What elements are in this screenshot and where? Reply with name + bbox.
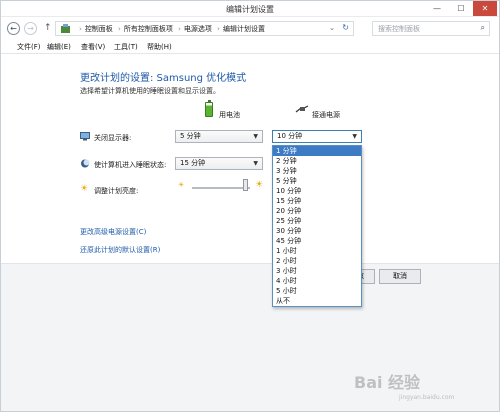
plugged-column-header: 接通电源 bbox=[312, 111, 340, 119]
select-value: 10 分钟 bbox=[277, 132, 303, 140]
moon-icon bbox=[81, 159, 90, 168]
dropdown-option[interactable]: 10 分钟 bbox=[273, 186, 361, 196]
dim-sun-icon: ☀ bbox=[178, 181, 185, 189]
sleep-label: 使计算机进入睡眠状态: bbox=[94, 161, 167, 169]
address-bar[interactable]: › 控制面板 › 所有控制面板项 › 电源选项 › 编辑计划设置 ⌄ ↻ bbox=[55, 21, 354, 36]
dropdown-option[interactable]: 从不 bbox=[273, 296, 361, 306]
footer-panel bbox=[1, 263, 499, 411]
sleep-battery-select[interactable]: 15 分钟 ▼ bbox=[175, 157, 263, 170]
dropdown-option[interactable]: 25 分钟 bbox=[273, 216, 361, 226]
watermark: Bai 经验 bbox=[354, 373, 421, 392]
search-input[interactable]: 搜索控制面板 ⌕ bbox=[372, 21, 490, 36]
close-button[interactable]: ✕ bbox=[473, 1, 497, 16]
control-panel-window: 编辑计划设置 — ☐ ✕ ← → ↑ › 控制面板 › 所有控制面板项 › 电源选项 … bbox=[0, 0, 500, 412]
breadcrumb-item[interactable]: 所有控制面板项 bbox=[124, 25, 173, 33]
chevron-down-icon: ▼ bbox=[352, 133, 357, 140]
dropdown-option[interactable]: 2 分钟 bbox=[273, 156, 361, 166]
breadcrumb-item[interactable]: 编辑计划设置 bbox=[223, 25, 265, 33]
dropdown-option[interactable]: 1 小时 bbox=[273, 246, 361, 256]
watermark-url: jingyan.baidu.com bbox=[399, 394, 455, 401]
menu-bar: 文件(F) 编辑(E) 查看(V) 工具(T) 帮助(H) bbox=[1, 40, 499, 54]
dropdown-option[interactable]: 4 小时 bbox=[273, 276, 361, 286]
breadcrumb: › 控制面板 › 所有控制面板项 › 电源选项 › 编辑计划设置 bbox=[79, 25, 265, 33]
maximize-button[interactable]: ☐ bbox=[449, 1, 473, 16]
dropdown-option[interactable]: 20 分钟 bbox=[273, 206, 361, 216]
advanced-settings-link[interactable]: 更改高级电源设置(C) bbox=[80, 227, 146, 237]
brightness-label: 调整计划亮度: bbox=[94, 187, 139, 195]
select-value: 15 分钟 bbox=[180, 159, 206, 167]
display-off-label: 关闭显示器: bbox=[94, 134, 132, 142]
chevron-down-icon: ▼ bbox=[253, 160, 258, 167]
minimize-button[interactable]: — bbox=[425, 1, 449, 16]
menu-help[interactable]: 帮助(H) bbox=[147, 42, 172, 52]
battery-column-header: 用电池 bbox=[219, 111, 240, 119]
brightness-icon: ☀ bbox=[80, 184, 89, 194]
title-bar: 编辑计划设置 — ☐ ✕ bbox=[1, 1, 499, 17]
address-toolbar: ← → ↑ › 控制面板 › 所有控制面板项 › 电源选项 › 编辑计划设置 ⌄ ↻ 搜… bbox=[1, 17, 499, 40]
display-off-battery-select[interactable]: 5 分钟 ▼ bbox=[175, 130, 263, 143]
display-off-plugged-select[interactable]: 10 分钟 ▼ bbox=[272, 130, 362, 143]
search-icon[interactable]: ⌕ bbox=[481, 23, 485, 33]
brightness-slider-track[interactable] bbox=[192, 187, 250, 189]
page-description: 选择希望计算机使用的睡眠设置和显示设置。 bbox=[80, 87, 220, 95]
dropdown-option[interactable]: 3 分钟 bbox=[273, 166, 361, 176]
menu-file[interactable]: 文件(F) bbox=[17, 42, 41, 52]
plug-icon bbox=[295, 105, 309, 113]
forward-arrow-icon[interactable]: → bbox=[24, 22, 37, 35]
display-off-dropdown-list[interactable]: 1 分钟 2 分钟 3 分钟 5 分钟 10 分钟 15 分钟 20 分钟 25 分钟 30 分… bbox=[272, 145, 362, 307]
page-title: 更改计划的设置: Samsung 优化模式 bbox=[80, 73, 247, 84]
refresh-icon[interactable]: ↻ bbox=[342, 23, 349, 32]
dropdown-option[interactable]: 30 分钟 bbox=[273, 226, 361, 236]
dropdown-option[interactable]: 2 小时 bbox=[273, 256, 361, 266]
brightness-slider-thumb[interactable] bbox=[243, 179, 248, 191]
breadcrumb-item[interactable]: 控制面板 bbox=[85, 25, 113, 33]
dropdown-option[interactable]: 5 小时 bbox=[273, 286, 361, 296]
restore-defaults-link[interactable]: 还原此计划的默认设置(R) bbox=[80, 245, 160, 255]
chevron-down-icon: ▼ bbox=[253, 133, 258, 140]
breadcrumb-item[interactable]: 电源选项 bbox=[184, 25, 212, 33]
menu-tools[interactable]: 工具(T) bbox=[114, 42, 138, 52]
back-arrow-icon[interactable]: ← bbox=[7, 22, 20, 35]
menu-view[interactable]: 查看(V) bbox=[81, 42, 105, 52]
chevron-down-icon[interactable]: ⌄ bbox=[329, 24, 335, 32]
search-placeholder: 搜索控制面板 bbox=[378, 25, 420, 33]
dropdown-option[interactable]: 5 分钟 bbox=[273, 176, 361, 186]
dropdown-option[interactable]: 1 分钟 bbox=[273, 146, 361, 156]
cancel-button[interactable]: 取消 bbox=[379, 269, 421, 284]
bright-sun-icon: ☀ bbox=[255, 180, 264, 190]
control-panel-icon bbox=[61, 24, 70, 33]
monitor-icon bbox=[80, 132, 90, 141]
main-content: 更改计划的设置: Samsung 优化模式 选择希望计算机使用的睡眠设置和显示设… bbox=[1, 55, 499, 275]
up-arrow-icon[interactable]: ↑ bbox=[44, 23, 52, 33]
dropdown-option[interactable]: 3 小时 bbox=[273, 266, 361, 276]
select-value: 5 分钟 bbox=[180, 132, 201, 140]
dropdown-option[interactable]: 45 分钟 bbox=[273, 236, 361, 246]
dropdown-option[interactable]: 15 分钟 bbox=[273, 196, 361, 206]
menu-edit[interactable]: 编辑(E) bbox=[47, 42, 71, 52]
battery-icon bbox=[205, 100, 213, 117]
